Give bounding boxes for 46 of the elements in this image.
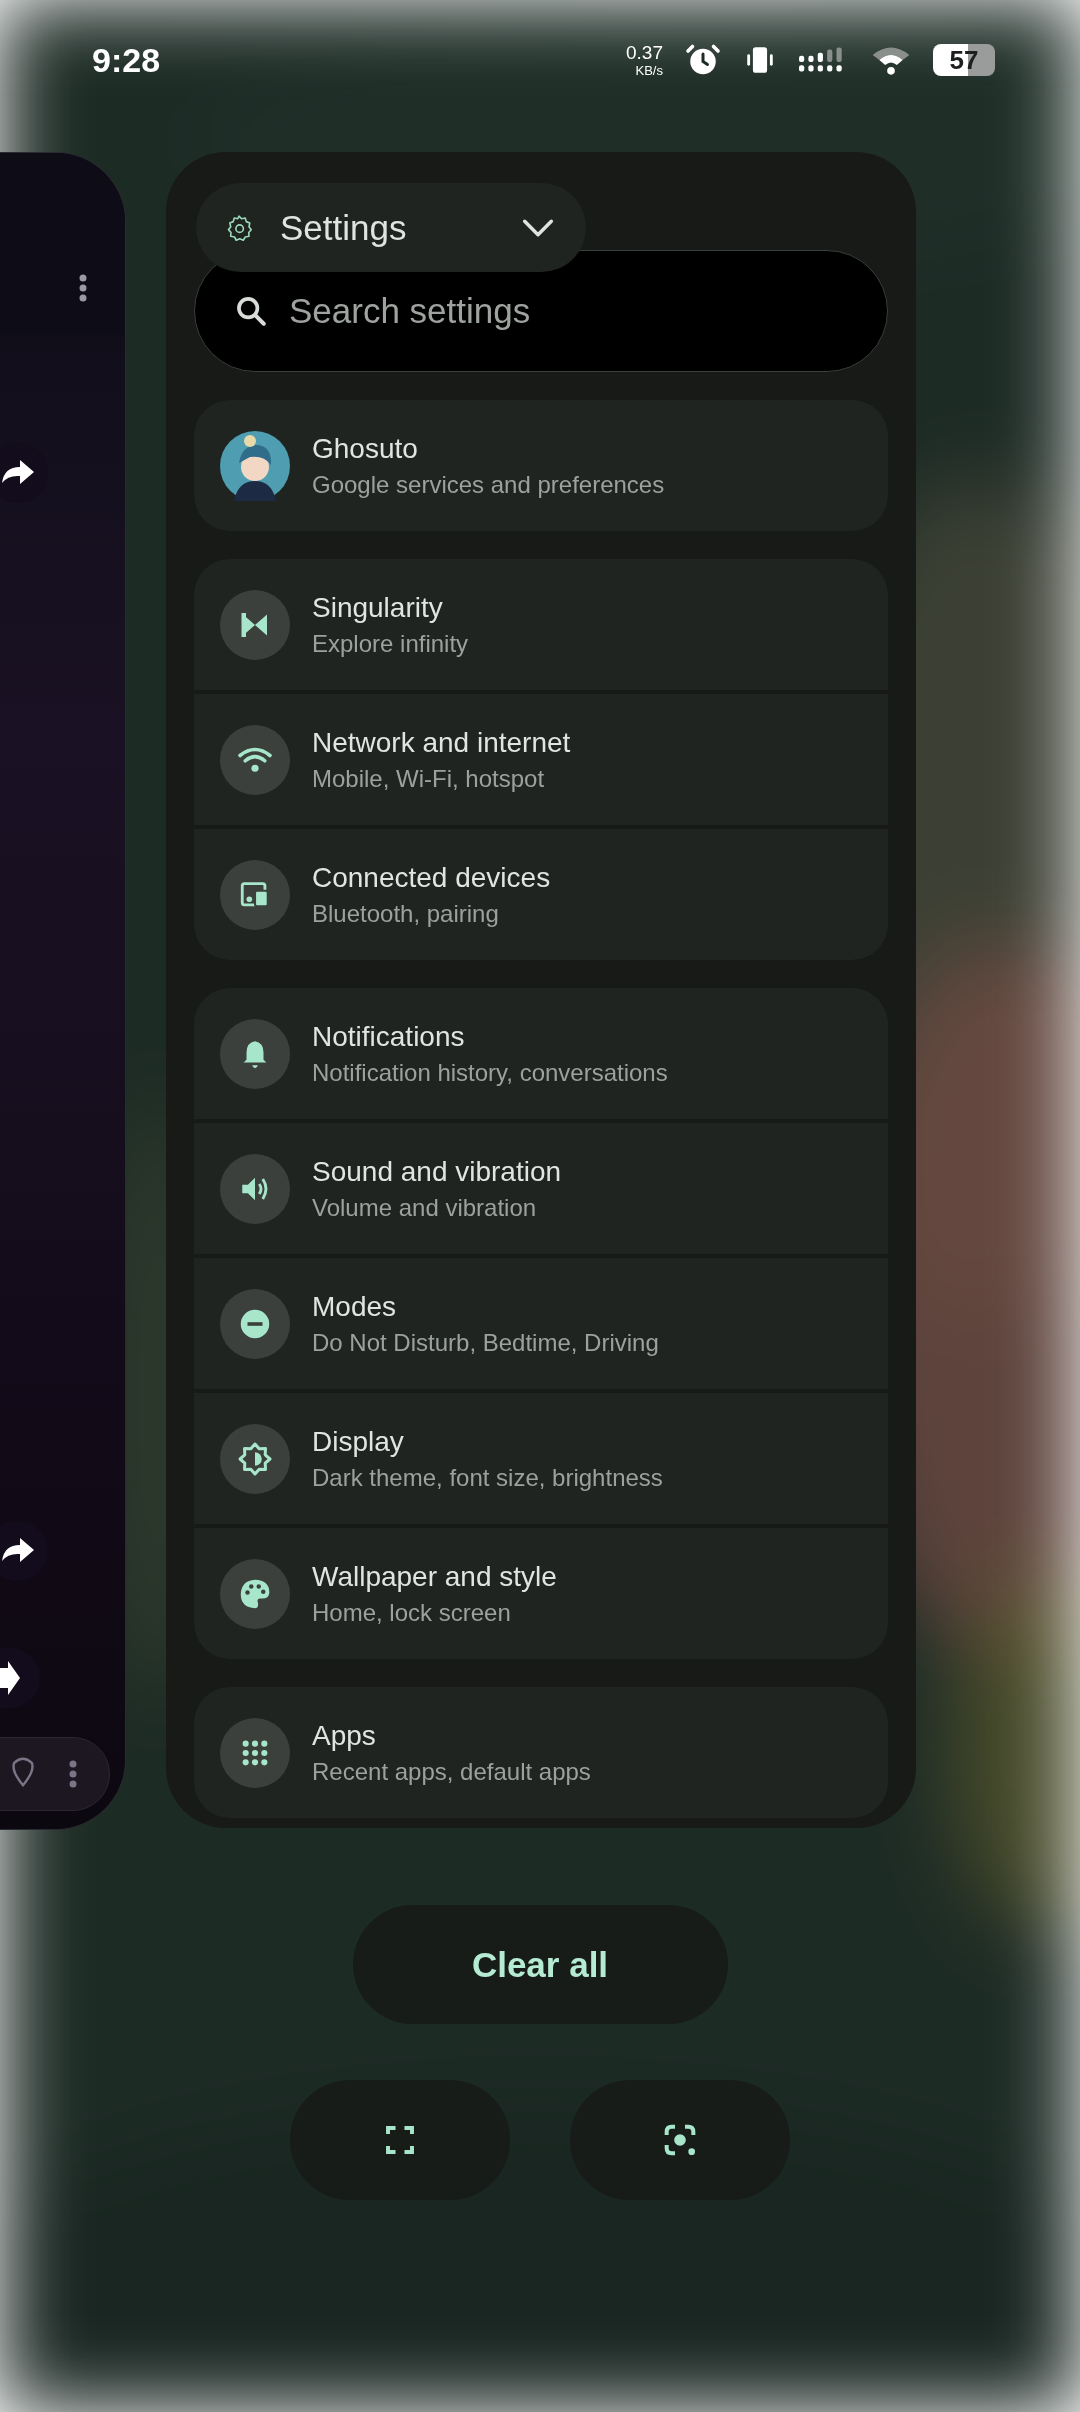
settings-item[interactable]: Connected devices Bluetooth, pairing [194, 829, 888, 960]
settings-item[interactable]: Notifications Notification history, conversations [194, 988, 888, 1119]
item-subtitle: Google services and preferences [312, 470, 665, 499]
avatar-icon [220, 430, 290, 501]
item-title: Wallpaper and style [312, 1560, 557, 1593]
app-window-preview[interactable] [166, 152, 916, 1828]
item-subtitle: Dark theme, font size, brightness [312, 1463, 663, 1492]
settings-item[interactable]: Singularity Explore infinity [194, 559, 888, 690]
item-title: Network and internet [312, 726, 571, 759]
item-subtitle: Do Not Disturb, Bedtime, Driving [312, 1328, 659, 1357]
settings-item[interactable]: Sound and vibration Volume and vibration [194, 1123, 888, 1254]
item-subtitle: Explore infinity [312, 629, 469, 658]
network-speed-unit: KB/s [635, 64, 663, 77]
item-title: Sound and vibration [312, 1155, 562, 1188]
clear-all-button[interactable]: Clear all [352, 1905, 728, 2024]
settings-item[interactable]: Ghosuto Google services and preferences [194, 400, 888, 531]
brightness-icon [237, 1440, 273, 1477]
share-icon [0, 1521, 48, 1581]
item-subtitle: Volume and vibration [312, 1193, 538, 1222]
battery-icon: 57 [933, 44, 995, 76]
item-title: Connected devices [312, 861, 551, 894]
item-subtitle: Home, lock screen [312, 1598, 512, 1627]
network-speed: 0.37 [626, 43, 663, 62]
item-title: Apps [312, 1719, 377, 1752]
settings-item[interactable]: Modes Do Not Disturb, Bedtime, Driving [194, 1258, 888, 1389]
item-subtitle: Bluetooth, pairing [312, 899, 500, 928]
settings-item[interactable]: Wallpaper and style Home, lock screen [194, 1528, 888, 1659]
item-title: Notifications [312, 1020, 466, 1053]
more-options-icon [69, 1760, 77, 1788]
search-icon [234, 294, 268, 328]
item-title: Modes [312, 1290, 398, 1323]
item-title: Singularity [312, 591, 444, 624]
item-title: Display [312, 1425, 405, 1458]
settings-item[interactable]: Display Dark theme, font size, brightness [194, 1393, 888, 1524]
settings-item[interactable]: Network and internet Mobile, Wi-Fi, hotspot [194, 694, 888, 825]
item-title: Ghosuto [312, 432, 419, 465]
item-subtitle: Recent apps, default apps [312, 1757, 591, 1786]
clock-time: 9:28 [92, 40, 161, 80]
chevron-down-icon [522, 217, 554, 238]
search-field[interactable]: Search settings [194, 250, 888, 372]
item-subtitle: Notification history, conversations [312, 1058, 668, 1087]
app-chip[interactable]: Settings [196, 183, 586, 272]
more-options-icon [79, 274, 87, 302]
settings-item[interactable]: Apps Recent apps, default apps [194, 1687, 888, 1818]
forward-icon [0, 1648, 40, 1708]
item-subtitle: Mobile, Wi-Fi, hotspot [312, 764, 546, 793]
